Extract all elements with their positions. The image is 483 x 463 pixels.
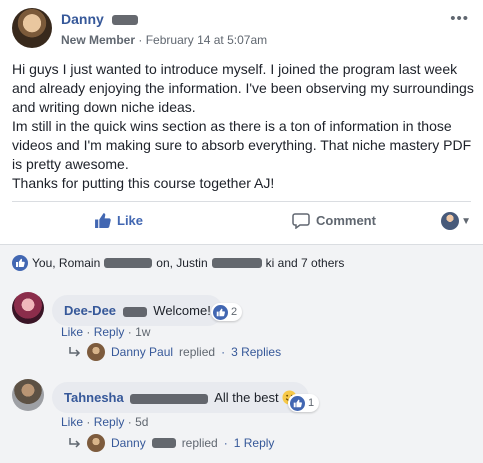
separator: · [127, 325, 132, 339]
redaction-block [130, 393, 209, 404]
reply-author: Danny [111, 436, 146, 450]
like-label: Like [117, 213, 144, 228]
reply-author-avatar [87, 343, 105, 361]
reaction-count-value: 1 [308, 397, 315, 409]
reply-author-avatar [87, 434, 105, 452]
chevron-down-icon: ▼ [461, 215, 471, 227]
redaction-block [151, 438, 176, 448]
reply-action-text: replied [179, 345, 216, 359]
reply-count: 3 Replies [231, 345, 282, 359]
comment-actions: Like · Reply · 1w [61, 325, 150, 339]
redaction-block [211, 258, 262, 268]
member-badge: New Member [61, 33, 136, 47]
reaction-suffix: ki and 7 others [265, 256, 345, 270]
action-divider [12, 201, 471, 202]
comment-like-link[interactable]: Like [61, 325, 83, 339]
author-avatar[interactable] [12, 8, 52, 48]
commenter-name[interactable]: Dee-Dee [64, 303, 116, 318]
comment-actions: Like · Reply · 5d [61, 415, 148, 429]
separator: · [86, 415, 91, 429]
reaction-count-value: 2 [231, 306, 238, 318]
reply-author: Danny Paul [111, 345, 174, 359]
reply-arrow-icon [69, 438, 81, 448]
reaction-summary[interactable]: You, Romain on, Justin ki and 7 others [12, 255, 344, 271]
thumbs-up-icon [95, 213, 111, 228]
post-meta: New Member · February 14 at 5:07am [61, 33, 267, 47]
comment-bubble: Tahnesha All the best [52, 382, 310, 413]
comment-reaction-count[interactable]: 1 [288, 394, 320, 412]
commenter-name[interactable]: Tahnesha [64, 390, 124, 405]
comment-time[interactable]: 1w [135, 325, 150, 339]
commenter-avatar-tahnesha[interactable] [12, 379, 44, 411]
reaction-like-icon [290, 395, 305, 411]
comment-text: All the best [214, 390, 279, 405]
reply-arrow-icon [69, 347, 81, 357]
separator: · [223, 436, 228, 450]
post-body: Hi guys I just wanted to introduce mysel… [12, 61, 474, 191]
like-button[interactable]: Like [94, 212, 143, 229]
redaction-block [111, 15, 138, 26]
comment-reaction-count[interactable]: 2 [211, 303, 243, 321]
comment-icon [292, 213, 310, 229]
reply-count: 1 Reply [233, 436, 275, 450]
comment-bubble: Dee-Dee Welcome! [52, 295, 223, 326]
viewer-avatar-menu[interactable]: ▼ [441, 212, 471, 230]
author-name[interactable]: Danny [61, 11, 104, 27]
comment-reply-link[interactable]: Reply [94, 415, 125, 429]
reaction-like-icon [12, 255, 28, 271]
comment-label: Comment [316, 213, 376, 228]
comment-like-link[interactable]: Like [61, 415, 83, 429]
reaction-prefix: You, Romain [32, 256, 101, 270]
reaction-like-icon [213, 304, 228, 320]
comment-time[interactable]: 5d [135, 415, 148, 429]
view-replies-link[interactable]: Danny replied · 1 Reply [67, 434, 274, 452]
meta-separator: · [138, 33, 143, 47]
post-card: Danny New Member · February 14 at 5:07am… [0, 0, 483, 245]
more-options-icon[interactable]: ••• [450, 10, 469, 27]
comment-button[interactable]: Comment [292, 212, 376, 229]
post-timestamp[interactable]: February 14 at 5:07am [146, 33, 267, 47]
redaction-block [104, 258, 153, 268]
comment-reply-link[interactable]: Reply [94, 325, 125, 339]
viewer-avatar [441, 212, 460, 230]
author-name-link[interactable]: Danny [61, 11, 138, 27]
separator: · [127, 415, 132, 429]
separator: · [86, 325, 91, 339]
redaction-block [122, 306, 147, 317]
view-replies-link[interactable]: Danny Paul replied · 3 Replies [67, 343, 281, 361]
comments-section: You, Romain on, Justin ki and 7 others D… [0, 245, 483, 463]
commenter-avatar-dee-dee[interactable] [12, 292, 44, 324]
reply-action-text: replied [181, 436, 218, 450]
reaction-middle: on, Justin [156, 256, 208, 270]
separator: · [221, 345, 226, 359]
comment-text: Welcome! [153, 303, 211, 318]
